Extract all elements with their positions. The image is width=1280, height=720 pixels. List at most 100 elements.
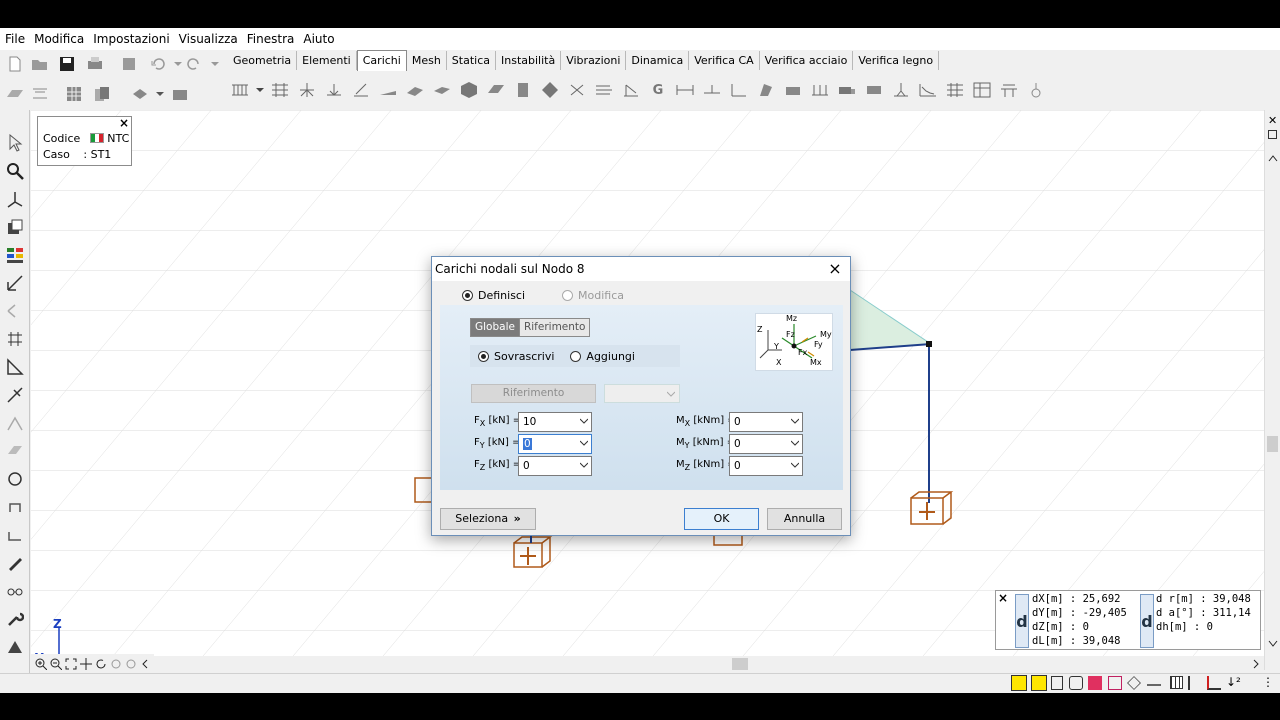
- radio-aggiungi[interactable]: Aggiungi: [570, 350, 635, 363]
- open-folder-icon[interactable]: [30, 54, 50, 74]
- snap-polar-icon[interactable]: [1108, 676, 1122, 690]
- menu-modifica[interactable]: Modifica: [33, 32, 90, 46]
- frame-icon[interactable]: [4, 496, 26, 518]
- scroll-right-icon[interactable]: [1252, 659, 1260, 669]
- menu-impostazioni[interactable]: Impostazioni: [92, 32, 175, 46]
- segment-globale[interactable]: Globale: [471, 319, 519, 336]
- menu-file[interactable]: File: [4, 32, 31, 46]
- settlement-icon[interactable]: [619, 78, 643, 102]
- chevron-down-icon[interactable]: [791, 461, 799, 469]
- radio-modifica[interactable]: Modifica: [562, 289, 624, 302]
- tab-geometria[interactable]: Geometria: [228, 51, 298, 70]
- wind-load-icon[interactable]: [592, 78, 616, 102]
- split-icon[interactable]: [4, 384, 26, 406]
- zoom-extents-icon[interactable]: [65, 658, 77, 670]
- chevron-down-icon[interactable]: [580, 439, 588, 447]
- thermal-load-icon[interactable]: [565, 78, 589, 102]
- snap-color-icon[interactable]: [1088, 676, 1102, 690]
- snap-angle-icon[interactable]: [1127, 676, 1141, 690]
- show-numbers-icon[interactable]: ↓²: [1226, 675, 1241, 689]
- close-view-icon[interactable]: ✕: [1268, 114, 1277, 127]
- show-supports-icon[interactable]: [1207, 676, 1221, 690]
- tab-statica[interactable]: Statica: [446, 51, 496, 70]
- color-palette-icon[interactable]: [4, 244, 26, 266]
- pressure-icon[interactable]: [430, 78, 454, 102]
- section-icon[interactable]: [4, 440, 26, 462]
- mass-icon[interactable]: [781, 78, 805, 102]
- wall-load-icon[interactable]: [511, 78, 535, 102]
- crane-icon[interactable]: [997, 78, 1021, 102]
- dimension-tool-icon[interactable]: [4, 272, 26, 294]
- copy-pages-icon[interactable]: [92, 84, 112, 104]
- scroll-up-icon[interactable]: [1268, 154, 1278, 162]
- menu-finestra[interactable]: Finestra: [246, 32, 301, 46]
- node-axes-icon[interactable]: [4, 188, 26, 210]
- load-dropdown-icon[interactable]: [255, 78, 265, 102]
- load-grid-icon[interactable]: [943, 78, 967, 102]
- delta-t-icon[interactable]: [727, 78, 751, 102]
- redo-icon[interactable]: [184, 54, 204, 74]
- annulla-button[interactable]: Annulla: [767, 508, 842, 530]
- view-3d-icon[interactable]: [130, 84, 150, 104]
- ok-button[interactable]: OK: [684, 508, 759, 530]
- restore-view-icon[interactable]: [1268, 130, 1277, 139]
- grid-table-icon[interactable]: [64, 84, 84, 104]
- frame-load-icon[interactable]: [754, 78, 778, 102]
- supports-icon[interactable]: [30, 84, 50, 104]
- wrench-icon[interactable]: [4, 608, 26, 630]
- pan-icon[interactable]: [80, 658, 92, 670]
- show-labels-icon[interactable]: ⋮: [1262, 675, 1274, 689]
- dimension-icon[interactable]: [673, 78, 697, 102]
- tab-vibrazioni[interactable]: Vibrazioni: [561, 51, 627, 70]
- snap-dim-icon[interactable]: [1147, 678, 1161, 686]
- inclined-load-icon[interactable]: [349, 78, 373, 102]
- chevron-down-icon[interactable]: [580, 417, 588, 425]
- surface-load-icon[interactable]: [403, 78, 427, 102]
- my-input[interactable]: 0: [729, 434, 803, 454]
- zoom-previous-icon[interactable]: [110, 658, 122, 670]
- riferimento-button[interactable]: Riferimento: [471, 384, 596, 403]
- mz-input[interactable]: 0: [729, 456, 803, 476]
- select-pointer-icon[interactable]: [4, 132, 26, 154]
- multi-load-icon[interactable]: [268, 78, 292, 102]
- vertical-scrollbar[interactable]: ✕: [1264, 110, 1280, 670]
- show-grid-icon[interactable]: [1170, 676, 1183, 689]
- vehicle-icon[interactable]: [862, 78, 886, 102]
- snap-midpoint-icon[interactable]: [1051, 676, 1063, 690]
- snap-ortho-icon[interactable]: [1069, 676, 1083, 690]
- undo-icon[interactable]: [148, 54, 168, 74]
- node-loads-icon[interactable]: [889, 78, 913, 102]
- radio-aggiungi-indicator[interactable]: [570, 350, 582, 362]
- node-load-icon[interactable]: [295, 78, 319, 102]
- measure-angle-icon[interactable]: [4, 356, 26, 378]
- tab-verifica-legno[interactable]: Verifica legno: [853, 51, 940, 70]
- menu-visualizza[interactable]: Visualizza: [178, 32, 244, 46]
- plane-icon[interactable]: [5, 84, 25, 104]
- tab-elementi[interactable]: Elementi: [297, 51, 357, 70]
- pen-icon[interactable]: [4, 552, 26, 574]
- radio-definisci-indicator[interactable]: [462, 290, 473, 301]
- glasses-view-icon[interactable]: [4, 580, 26, 602]
- horizontal-scrollbar[interactable]: [154, 656, 1264, 672]
- menu-aiuto[interactable]: Aiuto: [302, 32, 340, 46]
- tab-carichi[interactable]: Carichi: [356, 50, 407, 71]
- home-view-icon[interactable]: [4, 636, 26, 658]
- copy-element-icon[interactable]: [4, 216, 26, 238]
- fx-input[interactable]: 10: [518, 412, 592, 432]
- tab-instabilit-[interactable]: Instabilità: [496, 51, 562, 70]
- diamond-load-icon[interactable]: [538, 78, 562, 102]
- info-panel-close-button[interactable]: ×: [119, 116, 129, 130]
- draw-line-icon[interactable]: [4, 300, 26, 322]
- tab-dinamica[interactable]: Dinamica: [626, 51, 690, 70]
- scroll-left-icon[interactable]: [140, 658, 150, 670]
- snap-node-icon[interactable]: [1011, 675, 1027, 691]
- seleziona-button[interactable]: Seleziona »: [440, 508, 536, 530]
- tab-verifica-acciaio[interactable]: Verifica acciaio: [759, 51, 854, 70]
- rotate-icon[interactable]: [4, 468, 26, 490]
- radio-sovrascrivi[interactable]: Sovrascrivi: [478, 350, 554, 363]
- sensor-icon[interactable]: [1024, 78, 1048, 102]
- show-axes-icon[interactable]: [1188, 676, 1202, 690]
- fy-input[interactable]: 0: [518, 434, 592, 454]
- render-icon[interactable]: [170, 84, 190, 104]
- vertical-scroll-thumb[interactable]: [1267, 436, 1278, 452]
